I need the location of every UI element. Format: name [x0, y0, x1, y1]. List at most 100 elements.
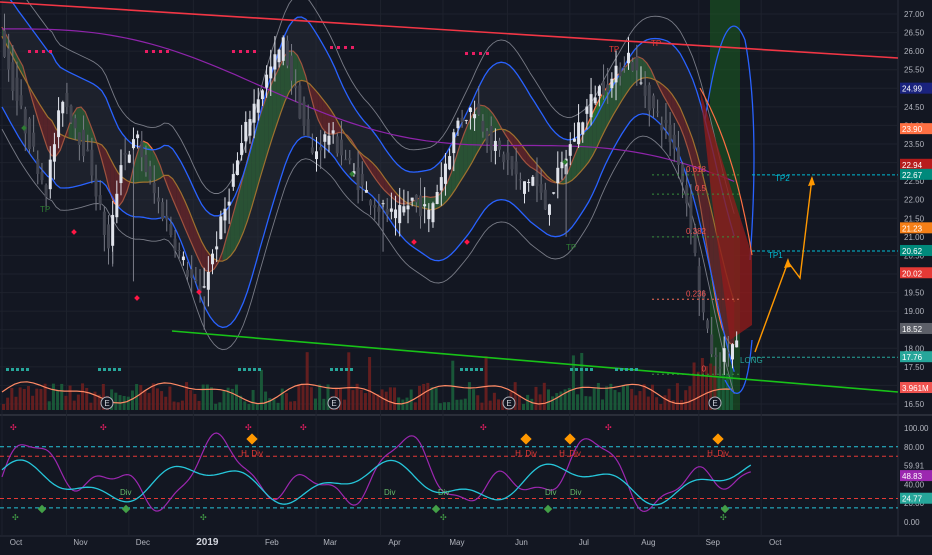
time-tick-label: Jul — [579, 538, 589, 547]
volume-bar — [76, 394, 80, 410]
volume-bar — [72, 400, 76, 410]
volume-bar — [542, 382, 546, 410]
volume-bar — [675, 383, 679, 410]
volume-bar — [338, 388, 342, 410]
volume-bar — [35, 388, 39, 410]
signal-dot — [625, 368, 628, 371]
volume-bar — [438, 403, 442, 410]
candle-body — [377, 207, 381, 212]
candle-body — [52, 144, 56, 162]
signal-dot — [6, 368, 9, 371]
volume-bar — [413, 402, 417, 410]
candle-body — [651, 95, 655, 109]
earnings-label: E — [712, 399, 717, 408]
candle-body — [726, 352, 730, 354]
candle-body — [115, 193, 119, 218]
tp1-label: TP1 — [768, 251, 783, 260]
tp-label: TP — [40, 205, 50, 214]
volume-bar — [626, 384, 629, 410]
cross-marker: ✣ — [480, 423, 487, 432]
candle-body — [369, 200, 373, 206]
volume-bar — [56, 389, 60, 410]
volume-bar — [264, 391, 268, 410]
candle-body — [82, 129, 86, 157]
candle-body — [265, 74, 269, 88]
candle-body — [269, 66, 273, 79]
volume-bar — [546, 389, 550, 410]
candle-body — [285, 40, 289, 66]
candle-body — [431, 203, 435, 223]
volume-bar — [488, 400, 492, 410]
volume-bar — [580, 352, 584, 410]
volume-bar — [85, 387, 89, 410]
tp-label: TP — [651, 39, 661, 48]
candle-body — [127, 154, 131, 163]
candle-body — [435, 192, 439, 204]
volume-bar — [372, 393, 376, 410]
candle-body — [252, 103, 256, 123]
candle-body — [3, 30, 6, 57]
signal-dot — [472, 52, 475, 55]
div-label: Div — [545, 488, 557, 497]
candle-body — [406, 205, 410, 210]
volume-bar — [343, 399, 347, 410]
candle-body — [364, 189, 368, 193]
signal-dot — [337, 46, 340, 49]
volume-bar — [39, 388, 43, 410]
candle-body — [19, 95, 23, 106]
candle-body — [360, 173, 364, 186]
candle-body — [547, 204, 551, 215]
candle-body — [577, 122, 581, 145]
volume-bar — [480, 402, 484, 410]
candle-body — [722, 348, 726, 362]
volume-bar — [655, 397, 659, 410]
signal-dot — [28, 50, 31, 53]
candle-body — [281, 37, 285, 61]
volume-bar — [388, 387, 392, 410]
signal-dot — [335, 368, 338, 371]
price-tick-label: 21.00 — [904, 233, 925, 242]
candle-body — [356, 167, 360, 191]
cross-marker: ✣ — [200, 513, 207, 522]
candle-body — [65, 92, 69, 107]
oscillator-tick-label: 0.00 — [904, 518, 920, 527]
cross-marker: ✣ — [100, 423, 107, 432]
candle-body — [256, 99, 260, 113]
tp-label: TP — [609, 45, 619, 54]
candle-body — [98, 195, 102, 205]
time-tick-label: Sep — [706, 538, 721, 547]
volume-bar — [351, 390, 355, 410]
volume-bar — [359, 389, 363, 410]
volume-bar — [634, 395, 638, 410]
candle-body — [477, 103, 481, 115]
signal-dot — [585, 368, 588, 371]
volume-bar — [601, 399, 605, 410]
candle-body — [498, 140, 502, 150]
candle-body — [165, 215, 169, 220]
candle-body — [493, 140, 497, 151]
volume-bar — [522, 403, 525, 410]
tp2-label: TP2 — [775, 174, 790, 183]
volume-bar — [368, 357, 372, 410]
candle-body — [61, 101, 65, 114]
volume-bar — [576, 394, 580, 410]
signal-dot — [479, 52, 482, 55]
candle-body — [560, 161, 564, 169]
candle-body — [131, 139, 135, 149]
candle-body — [610, 78, 614, 89]
candle-body — [681, 164, 685, 183]
volume-bar — [534, 386, 538, 410]
signal-dot — [620, 368, 623, 371]
candle-body — [231, 174, 235, 187]
earnings-label: E — [331, 399, 336, 408]
candle-body — [456, 120, 460, 129]
signal-dot — [145, 50, 148, 53]
cross-marker: ✣ — [440, 513, 447, 522]
candle-body — [731, 344, 734, 360]
candle-body — [77, 132, 81, 145]
candle-body — [240, 143, 244, 155]
volume-bar — [442, 402, 446, 410]
candle-body — [15, 77, 19, 101]
signal-dot — [330, 46, 333, 49]
cross-marker: ✣ — [10, 423, 17, 432]
